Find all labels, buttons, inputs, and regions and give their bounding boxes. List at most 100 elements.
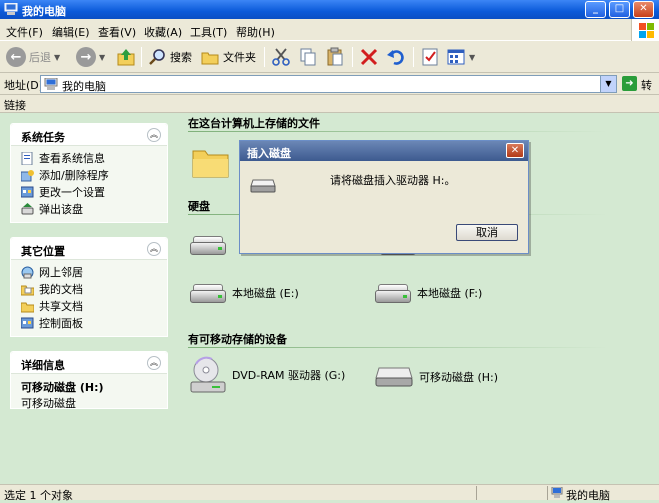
task-change-setting[interactable]: 更改一个设置 [11,184,167,201]
drive-label: 本地磁盘 (F:) [417,287,483,300]
details-header[interactable]: 详细信息 ︽ [11,352,167,374]
hard-disk-icon [190,282,226,304]
task-add-remove-programs[interactable]: 添加/删除程序 [11,167,167,184]
my-computer-icon [44,78,58,90]
control-panel-icon [21,317,34,329]
title-bar: 我的电脑 _ □ ✕ [0,0,659,19]
other-places-pane: 其它位置 ︽ 网上邻居 我的文档 共享文档 控制面板 [10,237,168,337]
copy-button[interactable] [298,45,318,69]
menu-tools[interactable]: 工具(T) [190,24,227,40]
windows-logo-icon [631,19,659,41]
paste-icon [327,47,343,66]
address-value: 我的电脑 [62,80,106,93]
dialog-message: 请将磁盘插入驱动器 H:。 [330,174,456,187]
forward-button[interactable]: → ▼ [76,45,105,69]
folders-button[interactable]: 文件夹 [200,45,256,69]
maximize-button[interactable]: □ [609,1,630,18]
other-places-header[interactable]: 其它位置 ︽ [11,238,167,260]
status-divider [547,486,548,500]
views-button[interactable]: ▼ [446,45,475,69]
search-button[interactable]: 搜索 [147,45,192,69]
place-network[interactable]: 网上邻居 [11,264,167,281]
place-my-documents[interactable]: 我的文档 [11,281,167,298]
up-folder-icon [117,49,135,66]
dialog-close-button[interactable]: ✕ [506,143,524,158]
menu-help[interactable]: 帮助(H) [236,24,275,40]
chevron-down-icon: ▼ [99,52,106,62]
toolbar-separator [352,47,353,67]
cut-button[interactable] [271,45,291,69]
insert-disk-dialog: 插入磁盘 ✕ 请将磁盘插入驱动器 H:。 取消 [239,140,529,254]
dialog-title-bar: 插入磁盘 ✕ [240,141,528,161]
menu-file[interactable]: 文件(F) [6,24,43,40]
folders-label: 文件夹 [223,51,256,64]
system-tasks-pane: 系统任务 ︽ 查看系统信息 添加/删除程序 更改一个设置 弹出该盘 [10,123,168,223]
close-button[interactable]: ✕ [633,1,654,18]
system-tasks-title: 系统任务 [21,131,65,144]
scissors-icon [272,48,290,66]
my-documents-icon [21,285,34,296]
address-input[interactable]: 我的电脑 ▼ [40,75,617,93]
paste-button[interactable] [325,45,345,69]
task-view-system-info[interactable]: 查看系统信息 [11,150,167,167]
place-label: 网上邻居 [39,266,83,279]
dialog-title: 插入磁盘 [247,147,291,160]
place-control-panel[interactable]: 控制面板 [11,315,167,332]
search-icon [149,49,165,65]
undo-button[interactable] [386,45,406,69]
task-label: 弹出该盘 [39,203,83,216]
task-eject-disk[interactable]: 弹出该盘 [11,201,167,218]
section-divider [188,347,608,348]
folders-icon [201,52,219,65]
dvd-ram-drive-g[interactable]: DVD-RAM 驱动器 (G:) [190,356,345,394]
eject-icon [21,203,34,215]
task-label: 添加/删除程序 [39,169,109,182]
go-arrow-icon[interactable]: ➜ [622,76,637,91]
delete-button[interactable] [359,45,379,69]
details-title: 详细信息 [21,359,65,372]
menu-bar: 文件(F) 编辑(E) 查看(V) 收藏(A) 工具(T) 帮助(H) [0,19,659,41]
local-disk-e[interactable]: 本地磁盘 (E:) [190,282,299,304]
drive-label: 可移动磁盘 (H:) [419,371,499,384]
properties-icon [422,48,438,66]
copy-icon [300,48,316,66]
details-type: 可移动磁盘 [21,397,76,410]
my-computer-icon [4,3,18,15]
removable-disk-icon [250,179,276,193]
properties-button[interactable] [420,45,440,69]
cancel-button[interactable]: 取消 [456,224,518,241]
collapse-chevron-icon[interactable]: ︽ [147,356,161,370]
system-tasks-header[interactable]: 系统任务 ︽ [11,124,167,146]
delete-x-icon [360,48,378,66]
collapse-chevron-icon[interactable]: ︽ [147,242,161,256]
removable-disk-h[interactable]: 可移动磁盘 (H:) [375,366,498,388]
details-name: 可移动磁盘 (H:) [21,381,104,394]
local-disk-f[interactable]: 本地磁盘 (F:) [375,282,482,304]
files-section-title: 在这台计算机上存储的文件 [188,117,320,130]
search-label: 搜索 [170,51,192,64]
minimize-button[interactable]: _ [585,1,606,18]
back-button[interactable]: ← 后退 ▼ [6,45,60,69]
menu-edit[interactable]: 编辑(E) [52,24,90,40]
section-divider [188,131,608,132]
removable-section-title: 有可移动存储的设备 [188,333,287,346]
system-info-icon [21,152,33,165]
links-label[interactable]: 链接 [4,97,26,113]
local-disk-d[interactable] [190,234,226,256]
address-label: 地址(D) [4,79,44,92]
collapse-chevron-icon[interactable]: ︽ [147,128,161,142]
address-bar: 地址(D) 我的电脑 ▼ ➜ 转到 [0,73,659,108]
shared-folder-icon [21,302,34,313]
shared-documents-folder-icon[interactable] [192,145,230,179]
links-bar: 链接 [0,95,659,113]
menu-favorites[interactable]: 收藏(A) [144,24,182,40]
address-dropdown-button[interactable]: ▼ [600,76,616,92]
status-location-text: 我的电脑 [566,489,610,502]
window-title: 我的电脑 [22,5,66,18]
removable-disk-icon [375,367,413,387]
menu-view[interactable]: 查看(V) [98,24,136,40]
back-arrow-icon: ← [6,47,26,67]
up-folder-button[interactable] [116,45,136,69]
back-label: 后退 [29,51,51,64]
place-shared-documents[interactable]: 共享文档 [11,298,167,315]
